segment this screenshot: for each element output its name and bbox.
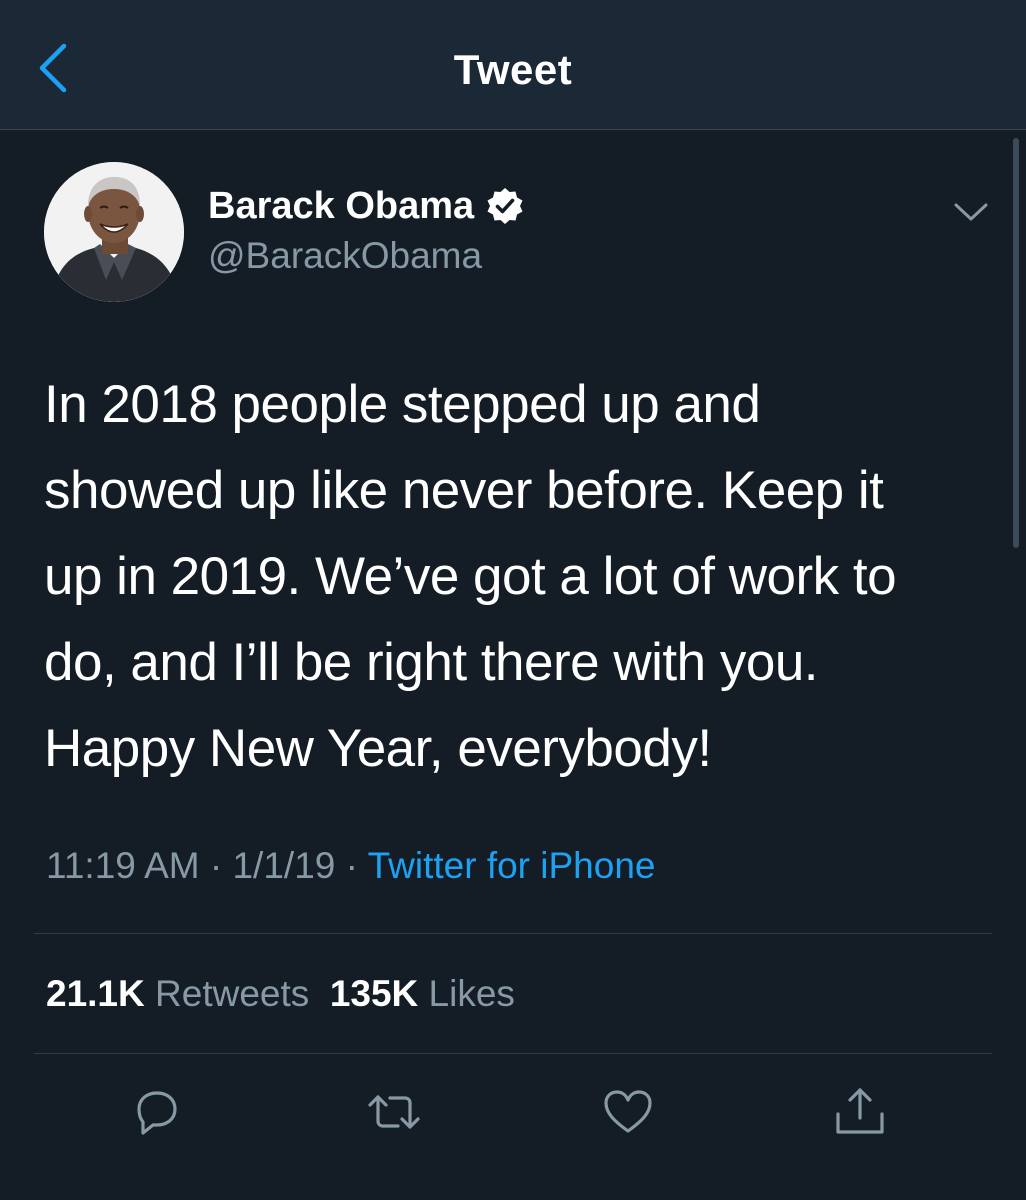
like-icon — [600, 1085, 656, 1144]
reply-icon — [129, 1085, 183, 1144]
avatar-photo — [44, 162, 184, 302]
retweets-stat[interactable]: 21.1K Retweets — [46, 973, 309, 1014]
nav-header: Tweet — [0, 0, 1026, 130]
user-handle[interactable]: @BarackObama — [208, 232, 482, 280]
chevron-down-icon — [954, 202, 988, 227]
tweet-text-line: up in 2019. We’ve got a lot of work to — [44, 547, 897, 606]
avatar[interactable] — [44, 162, 184, 302]
tweet-date: 1/1/19 — [232, 845, 336, 886]
tweet-text-line: Happy New Year, everybody! — [44, 719, 712, 778]
tweet-time: 11:19 AM — [46, 845, 200, 886]
scrollbar[interactable] — [1013, 138, 1019, 548]
retweets-count: 21.1K — [46, 973, 145, 1014]
verified-badge-icon — [486, 187, 524, 225]
display-name-row[interactable]: Barack Obama — [208, 182, 524, 230]
share-button[interactable] — [830, 1084, 890, 1144]
likes-label: Likes — [428, 973, 515, 1014]
tweet-stats: 21.1K Retweets 135K Likes — [46, 970, 515, 1018]
divider — [34, 1053, 992, 1054]
retweet-button[interactable] — [364, 1084, 424, 1144]
divider — [34, 933, 992, 934]
tweet-text: In 2018 people stepped up and showed up … — [44, 362, 994, 792]
page-title: Tweet — [453, 46, 573, 93]
display-name[interactable]: Barack Obama — [208, 185, 474, 228]
tweet-source-link[interactable]: Twitter for iPhone — [368, 845, 656, 886]
tweet-text-line: showed up like never before. Keep it — [44, 461, 884, 520]
tweet-meta: 11:19 AM · 1/1/19 · Twitter for iPhone — [46, 845, 656, 886]
likes-count: 135K — [329, 973, 419, 1014]
tweet-detail-screen: Tweet Barack Obama @BarackObama In 2018 … — [0, 0, 1026, 1200]
tweet-text-line: do, and I’ll be right there with you. — [44, 633, 819, 692]
more-options-button[interactable] — [946, 194, 996, 234]
reply-button[interactable] — [126, 1084, 186, 1144]
retweets-label: Retweets — [155, 973, 310, 1014]
share-icon — [832, 1084, 888, 1145]
likes-stat[interactable]: 135K Likes — [330, 973, 515, 1014]
tweet-text-line: In 2018 people stepped up and — [44, 375, 761, 434]
like-button[interactable] — [598, 1084, 658, 1144]
retweet-icon — [364, 1085, 424, 1144]
